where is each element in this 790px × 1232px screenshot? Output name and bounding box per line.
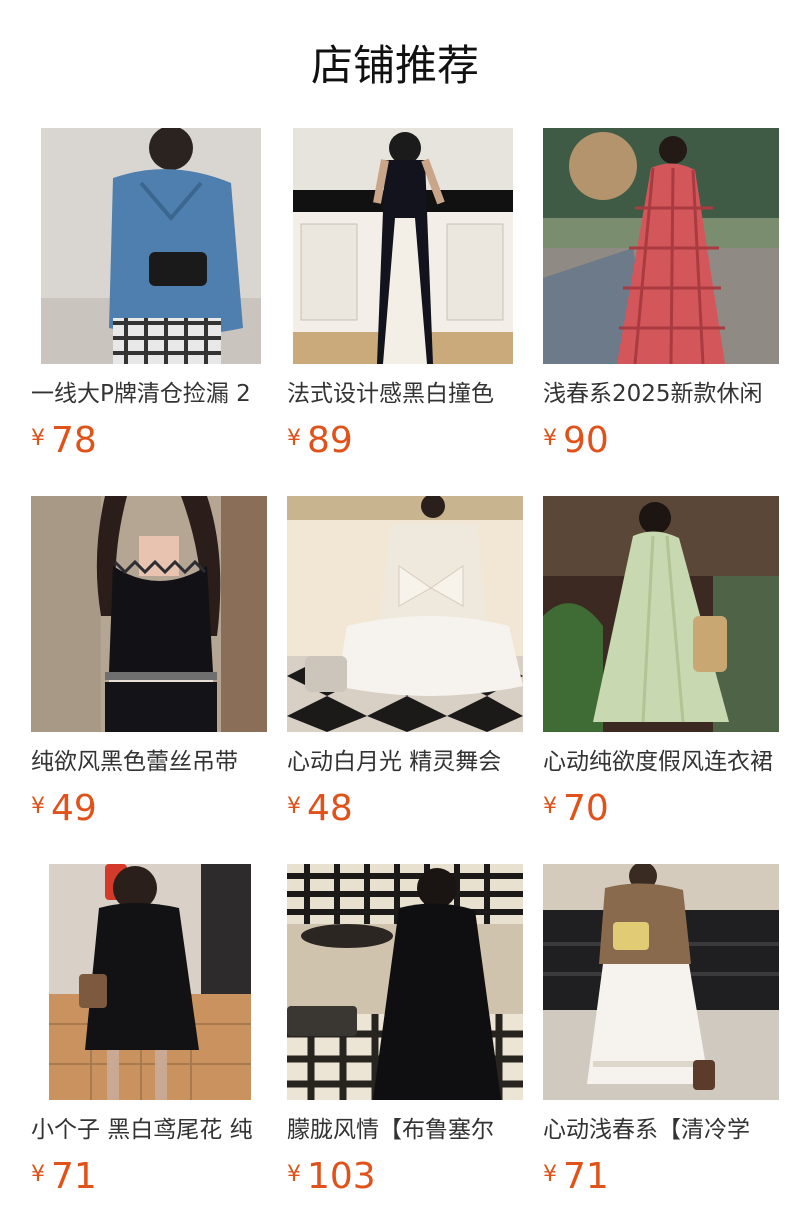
product-card[interactable]: 心动白月光 精灵舞会 ¥48 xyxy=(287,496,523,836)
currency-symbol: ¥ xyxy=(543,426,557,451)
price-amount: 71 xyxy=(51,1156,97,1197)
product-card[interactable]: 纯欲风黑色蕾丝吊带 ¥49 xyxy=(31,496,267,836)
currency-symbol: ¥ xyxy=(543,1162,557,1187)
currency-symbol: ¥ xyxy=(287,1162,301,1187)
product-price: ¥89 xyxy=(287,418,353,464)
product-price: ¥49 xyxy=(31,786,97,832)
product-card[interactable]: 浅春系2025新款休闲 ¥90 xyxy=(543,128,779,468)
product-name[interactable]: 小个子 黑白鸢尾花 纯 xyxy=(31,1112,267,1148)
product-card[interactable]: 法式设计感黑白撞色 ¥89 xyxy=(287,128,523,468)
product-name[interactable]: 心动纯欲度假风连衣裙 xyxy=(543,744,779,780)
currency-symbol: ¥ xyxy=(287,426,301,451)
currency-symbol: ¥ xyxy=(31,426,45,451)
product-name[interactable]: 浅春系2025新款休闲 xyxy=(543,376,779,412)
product-price: ¥70 xyxy=(543,786,609,832)
product-name[interactable]: 纯欲风黑色蕾丝吊带 xyxy=(31,744,267,780)
product-image[interactable] xyxy=(287,128,523,364)
product-price: ¥71 xyxy=(543,1154,609,1200)
product-card[interactable]: 一线大P牌清仓捡漏 2 ¥78 xyxy=(31,128,267,468)
product-image[interactable] xyxy=(287,496,523,732)
currency-symbol: ¥ xyxy=(287,794,301,819)
product-image[interactable] xyxy=(543,128,779,364)
product-image[interactable] xyxy=(543,496,779,732)
price-amount: 103 xyxy=(307,1156,376,1197)
product-name[interactable]: 一线大P牌清仓捡漏 2 xyxy=(31,376,267,412)
product-card[interactable]: 小个子 黑白鸢尾花 纯 ¥71 xyxy=(31,864,267,1204)
currency-symbol: ¥ xyxy=(31,1162,45,1187)
price-amount: 49 xyxy=(51,788,97,829)
page-title: 店铺推荐 xyxy=(310,41,479,90)
product-image[interactable] xyxy=(287,864,523,1100)
price-amount: 48 xyxy=(307,788,353,829)
product-card[interactable]: 朦胧风情【布鲁塞尔 ¥103 xyxy=(287,864,523,1204)
product-image[interactable] xyxy=(31,496,267,732)
product-card[interactable]: 心动纯欲度假风连衣裙 ¥70 xyxy=(543,496,779,836)
product-price: ¥90 xyxy=(543,418,609,464)
product-image[interactable] xyxy=(31,128,267,364)
price-amount: 70 xyxy=(563,788,609,829)
product-image[interactable] xyxy=(543,864,779,1100)
product-price: ¥71 xyxy=(31,1154,97,1200)
product-price: ¥103 xyxy=(287,1154,376,1200)
price-amount: 90 xyxy=(563,420,609,461)
currency-symbol: ¥ xyxy=(31,794,45,819)
product-name[interactable]: 心动白月光 精灵舞会 xyxy=(287,744,523,780)
product-price: ¥78 xyxy=(31,418,97,464)
price-amount: 89 xyxy=(307,420,353,461)
product-card[interactable]: 心动浅春系【清冷学 ¥71 xyxy=(543,864,779,1204)
product-image[interactable] xyxy=(31,864,267,1100)
currency-symbol: ¥ xyxy=(543,794,557,819)
product-name[interactable]: 朦胧风情【布鲁塞尔 xyxy=(287,1112,523,1148)
product-name[interactable]: 法式设计感黑白撞色 xyxy=(287,376,523,412)
product-price: ¥48 xyxy=(287,786,353,832)
price-amount: 78 xyxy=(51,420,97,461)
price-amount: 71 xyxy=(563,1156,609,1197)
product-name[interactable]: 心动浅春系【清冷学 xyxy=(543,1112,779,1148)
